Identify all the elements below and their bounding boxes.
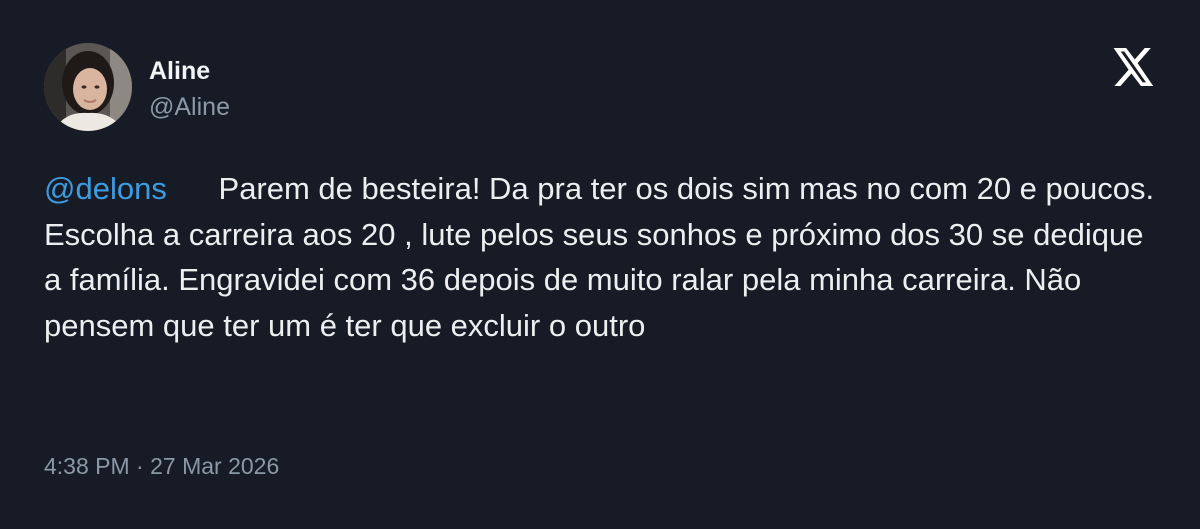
tweet-card: Aline @Aline @delons Parem de besteira! …: [0, 0, 1200, 529]
tweet-body: @delons Parem de besteira! Da pra ter os…: [44, 166, 1164, 348]
tweet-timestamp[interactable]: 4:38 PM · 27 Mar 2026: [44, 451, 279, 481]
mention-link[interactable]: @delons: [44, 171, 167, 206]
avatar[interactable]: [44, 43, 132, 131]
tweet-text: Parem de besteira! Da pra ter os dois si…: [44, 171, 1163, 343]
author-handle[interactable]: @Aline: [149, 92, 230, 122]
x-logo-icon[interactable]: [1113, 48, 1155, 86]
avatar-photo: [44, 43, 132, 131]
author-display-name[interactable]: Aline: [149, 56, 210, 86]
